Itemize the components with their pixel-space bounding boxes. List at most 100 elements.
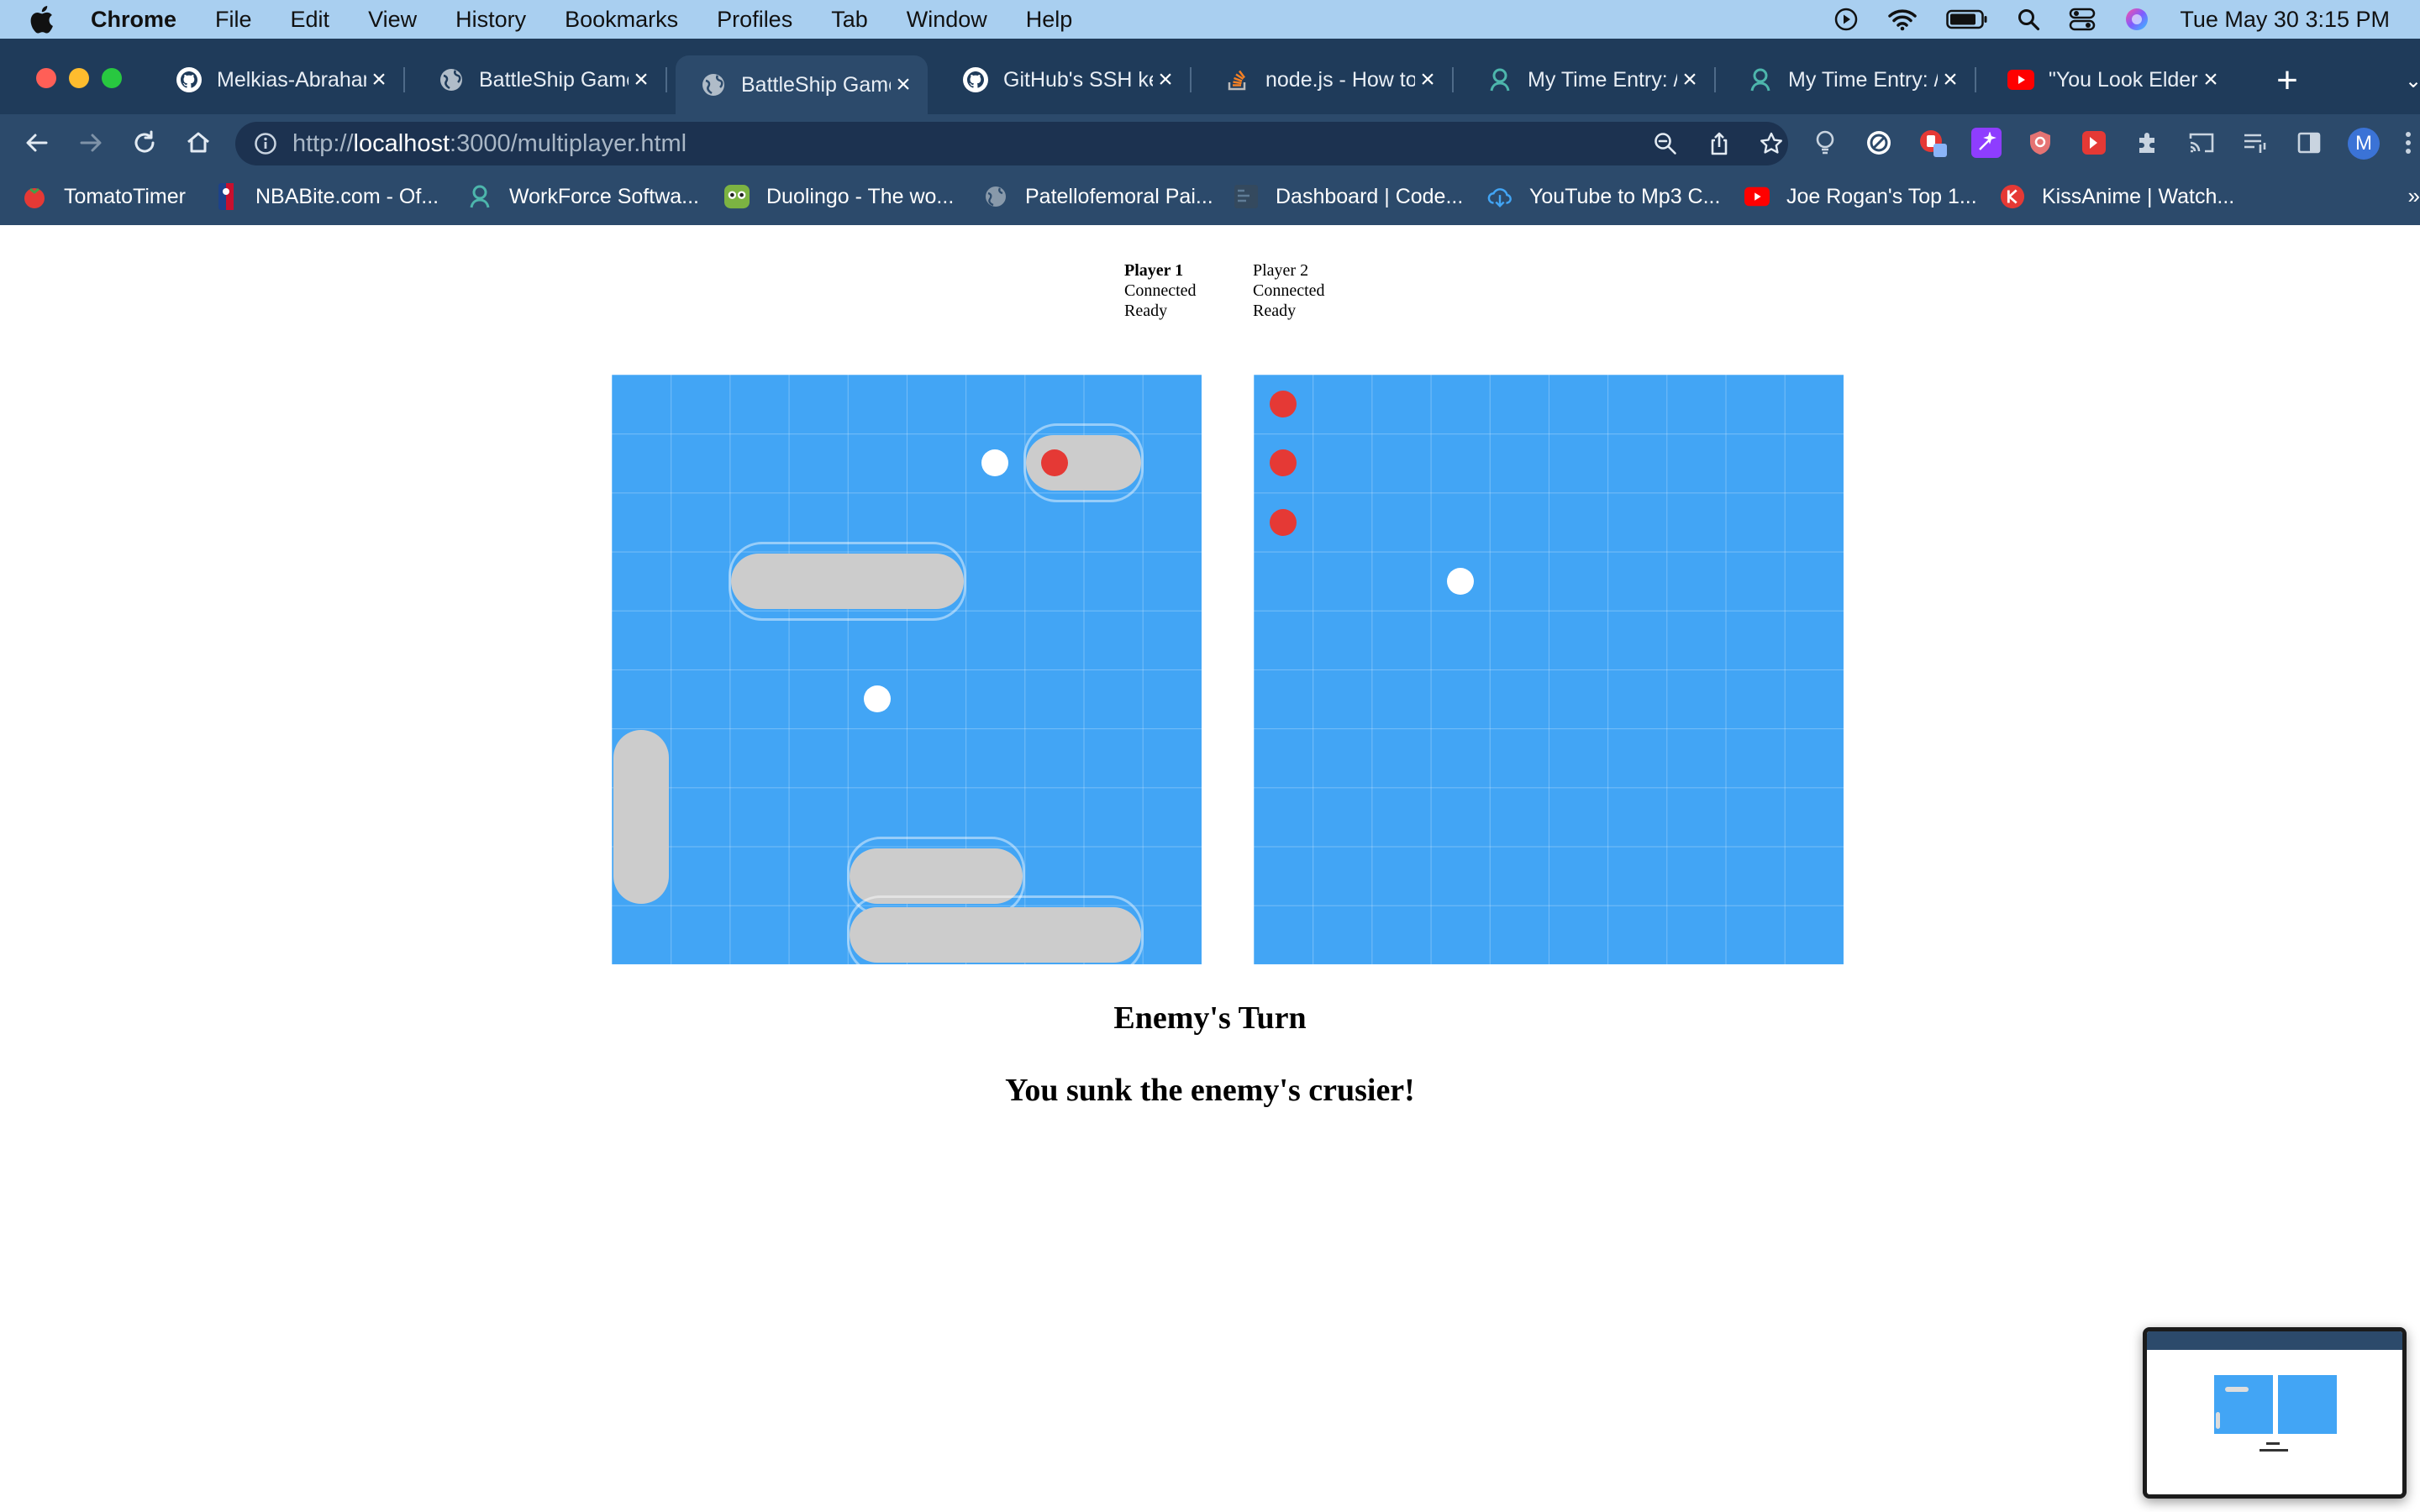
tab-title: BattleShip Game bbox=[741, 72, 891, 97]
workforce-icon bbox=[467, 184, 492, 209]
tab-close-icon[interactable]: × bbox=[1153, 66, 1178, 93]
bookmarks-bar: TomatoTimer NBABite.com - Of... WorkForc… bbox=[0, 171, 2420, 225]
thumbnail-browser-chrome bbox=[2147, 1331, 2402, 1350]
reading-list-icon[interactable] bbox=[2240, 128, 2270, 158]
tab-close-icon[interactable]: × bbox=[1677, 66, 1702, 93]
chrome-menu-icon[interactable] bbox=[2400, 128, 2417, 158]
browser-tab[interactable]: My Time Entry: / × bbox=[1723, 55, 1976, 104]
menu-edit[interactable]: Edit bbox=[291, 7, 330, 33]
tab-close-icon[interactable]: × bbox=[2198, 66, 2223, 93]
menu-bookmarks[interactable]: Bookmarks bbox=[565, 7, 678, 33]
url-scheme: http:// bbox=[292, 129, 354, 157]
menu-tab[interactable]: Tab bbox=[831, 7, 868, 33]
tab-separator bbox=[403, 67, 405, 92]
address-bar[interactable]: http://localhost:3000/multiplayer.html bbox=[235, 122, 1788, 165]
bookmark-item[interactable]: Duolingo - The wo... bbox=[724, 171, 954, 222]
menu-view[interactable]: View bbox=[368, 7, 417, 33]
menubar-clock[interactable]: Tue May 30 3:15 PM bbox=[2180, 7, 2390, 33]
window-minimize-button[interactable] bbox=[69, 68, 89, 88]
screenshot-thumbnail[interactable] bbox=[2143, 1327, 2407, 1499]
browser-tab-strip: Melkias-Abraham × BattleShip Game × Batt… bbox=[0, 39, 2420, 114]
bookmark-label: TomatoTimer bbox=[64, 184, 186, 208]
side-panel-icon[interactable] bbox=[2294, 128, 2324, 158]
new-tab-button[interactable]: + bbox=[2270, 62, 2304, 99]
thumbnail-ship bbox=[2225, 1387, 2249, 1392]
back-arrow-icon[interactable] bbox=[20, 126, 54, 160]
tab-search-chevron-icon[interactable]: ⌄ bbox=[2405, 69, 2420, 93]
connection-status: Connected bbox=[1253, 281, 1325, 300]
github-icon bbox=[961, 66, 990, 94]
battery-icon[interactable] bbox=[1946, 8, 1988, 30]
siri-icon[interactable] bbox=[2124, 7, 2149, 32]
bookmark-item[interactable]: Joe Rogan's Top 1... bbox=[1744, 171, 1977, 222]
reload-icon[interactable] bbox=[128, 126, 161, 160]
play-circle-icon[interactable] bbox=[1833, 7, 1859, 32]
lightbulb-extension-icon[interactable] bbox=[1810, 128, 1840, 158]
shield-extension-icon[interactable] bbox=[2025, 128, 2055, 158]
duolingo-icon bbox=[724, 184, 750, 209]
home-icon[interactable] bbox=[182, 126, 215, 160]
tab-separator bbox=[1190, 67, 1192, 92]
browser-tab[interactable]: node.js - How to × bbox=[1200, 55, 1454, 104]
tab-title: node.js - How to bbox=[1265, 67, 1415, 92]
site-info-icon[interactable] bbox=[254, 132, 277, 155]
browser-tab[interactable]: Melkias-Abraham × bbox=[151, 55, 405, 104]
tab-close-icon[interactable]: × bbox=[366, 66, 392, 93]
cloud-download-icon bbox=[1487, 184, 1512, 209]
menu-history[interactable]: History bbox=[455, 7, 526, 33]
profile-avatar[interactable]: M bbox=[2348, 128, 2380, 160]
bookmark-item[interactable]: NBABite.com - Of... bbox=[213, 171, 439, 222]
menu-file[interactable]: File bbox=[215, 7, 252, 33]
apple-logo-icon[interactable] bbox=[29, 5, 60, 34]
spotlight-search-icon[interactable] bbox=[2017, 8, 2040, 31]
window-close-button[interactable] bbox=[36, 68, 56, 88]
forward-arrow-icon[interactable] bbox=[74, 126, 108, 160]
bookmark-item[interactable]: Dashboard | Code... bbox=[1234, 171, 1463, 222]
menu-window[interactable]: Window bbox=[907, 7, 987, 33]
bookmark-item[interactable]: WorkForce Softwa... bbox=[467, 171, 699, 222]
cast-icon[interactable] bbox=[2186, 128, 2217, 158]
zoom-icon[interactable] bbox=[1652, 130, 1679, 157]
blocker-extension-icon[interactable] bbox=[1864, 128, 1894, 158]
browser-tab-active[interactable]: BattleShip Game × bbox=[676, 55, 928, 114]
tab-close-icon[interactable]: × bbox=[1415, 66, 1440, 93]
bookmark-item[interactable]: Patellofemoral Pai... bbox=[983, 171, 1213, 222]
info-display: You sunk the enemy's crusier! bbox=[1005, 1073, 1415, 1108]
thumbnail-player-grid bbox=[2214, 1375, 2273, 1434]
bookmark-label: Patellofemoral Pai... bbox=[1025, 184, 1213, 208]
stackoverflow-icon bbox=[1223, 66, 1252, 94]
browser-tab[interactable]: GitHub's SSH ke × bbox=[938, 55, 1192, 104]
tab-close-icon[interactable]: × bbox=[629, 66, 654, 93]
extensions-puzzle-icon[interactable] bbox=[2133, 128, 2163, 158]
magic-extension-icon[interactable] bbox=[1971, 128, 2002, 158]
tab-close-icon[interactable]: × bbox=[891, 71, 916, 98]
share-icon[interactable] bbox=[1706, 130, 1733, 157]
browser-tab[interactable]: "You Look Elder × bbox=[1983, 55, 2235, 104]
bookmark-item[interactable]: TomatoTimer bbox=[22, 171, 186, 222]
tab-separator bbox=[1452, 67, 1454, 92]
window-zoom-button[interactable] bbox=[102, 68, 122, 88]
tab-close-icon[interactable]: × bbox=[1938, 66, 1963, 93]
menu-profiles[interactable]: Profiles bbox=[717, 7, 792, 33]
menu-help[interactable]: Help bbox=[1026, 7, 1073, 33]
browser-tab[interactable]: BattleShip Game × bbox=[413, 55, 667, 104]
player-grid[interactable] bbox=[612, 375, 1202, 964]
video-downloader-extension-icon[interactable] bbox=[2079, 128, 2109, 158]
thumbnail-ship bbox=[2216, 1412, 2220, 1429]
honey-extension-icon[interactable] bbox=[1918, 128, 1948, 158]
globe-icon bbox=[983, 184, 1008, 209]
bookmarks-overflow-icon[interactable]: » bbox=[2408, 183, 2420, 209]
tab-separator bbox=[1714, 67, 1716, 92]
youtube-icon bbox=[1744, 184, 1770, 209]
bookmark-item[interactable]: YouTube to Mp3 C... bbox=[1487, 171, 1720, 222]
wifi-icon[interactable] bbox=[1887, 8, 1918, 31]
bookmark-star-icon[interactable] bbox=[1758, 130, 1785, 157]
bookmark-item[interactable]: KissAnime | Watch... bbox=[2000, 171, 2234, 222]
hit-marker bbox=[1040, 449, 1068, 477]
enemy-grid[interactable] bbox=[1254, 375, 1844, 964]
browser-tab[interactable]: My Time Entry: / × bbox=[1462, 55, 1716, 104]
kissanime-icon bbox=[2000, 184, 2025, 209]
menu-app-name[interactable]: Chrome bbox=[91, 7, 176, 33]
thumbnail-text bbox=[2260, 1449, 2288, 1452]
control-center-icon[interactable] bbox=[2069, 8, 2096, 31]
